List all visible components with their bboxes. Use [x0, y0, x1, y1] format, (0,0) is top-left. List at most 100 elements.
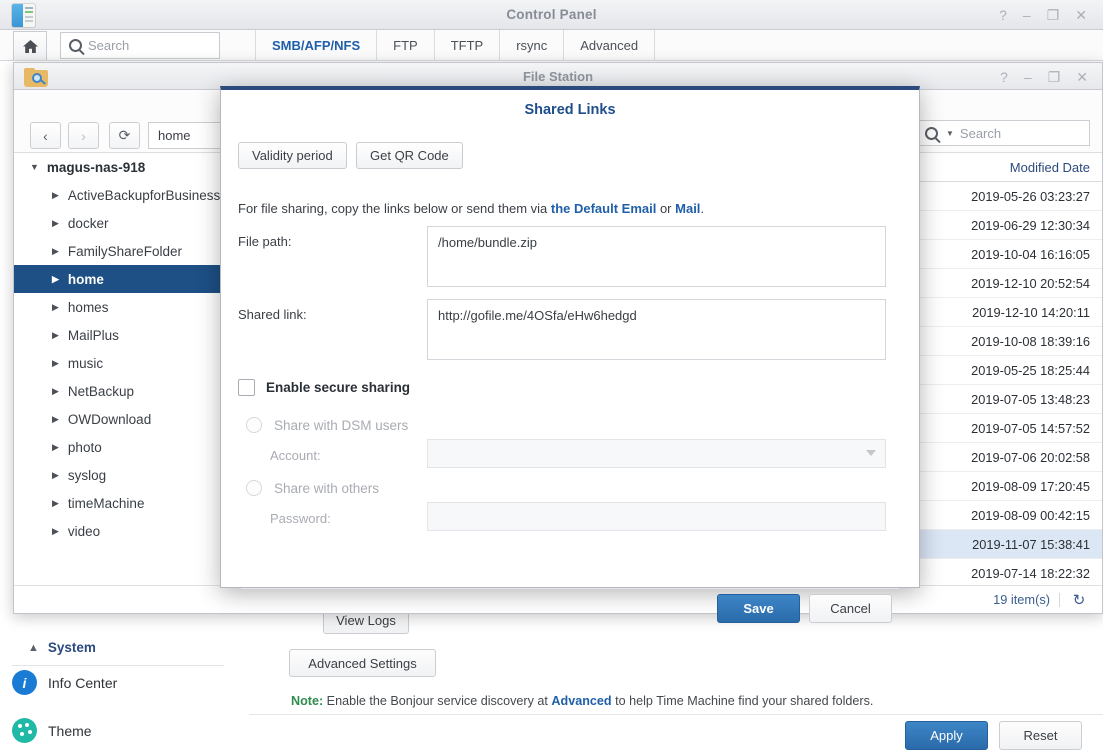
forward-button[interactable]: ›: [68, 122, 99, 149]
chevron-right-icon[interactable]: ▶: [52, 414, 59, 425]
sidebar-divider: [12, 665, 224, 666]
note-advanced-link[interactable]: Advanced: [551, 694, 611, 708]
shared-link-label: Shared link:: [238, 307, 307, 322]
chevron-right-icon[interactable]: ▶: [52, 442, 59, 453]
maximize-icon[interactable]: ❐: [1047, 8, 1060, 22]
tree-item-label: MailPlus: [67, 327, 119, 343]
shared-link-field[interactable]: http://gofile.me/4OSfa/eHw6hedgd: [427, 299, 886, 360]
tab-rsync[interactable]: rsync: [500, 30, 565, 61]
sidebar-group-system[interactable]: ▲ System: [28, 640, 96, 655]
share-with-dsm-users-label: Share with DSM users: [274, 417, 409, 433]
column-header-modified-date[interactable]: Modified Date: [1010, 153, 1090, 182]
validity-period-button[interactable]: Validity period: [238, 142, 347, 169]
chevron-right-icon[interactable]: ▶: [52, 274, 59, 285]
reset-button[interactable]: Reset: [999, 721, 1082, 750]
close-icon[interactable]: ✕: [1075, 8, 1087, 22]
dialog-title: Shared Links: [524, 102, 616, 118]
chevron-down-icon[interactable]: ▼: [30, 162, 39, 172]
save-button[interactable]: Save: [717, 594, 800, 623]
refresh-icon[interactable]: ↻: [1070, 591, 1088, 609]
back-button[interactable]: ‹: [30, 122, 61, 149]
share-with-others-radio[interactable]: [246, 480, 262, 496]
maximize-icon[interactable]: ❐: [1048, 70, 1061, 84]
chevron-down-icon[interactable]: ▼: [946, 129, 954, 138]
sidebar-item-theme[interactable]: Theme: [12, 718, 92, 743]
tab-tftp[interactable]: TFTP: [435, 30, 501, 61]
chevron-right-icon[interactable]: ▶: [52, 470, 59, 481]
sidebar-group-label: System: [47, 640, 96, 655]
tab-ftp[interactable]: FTP: [377, 30, 435, 61]
chevron-right-icon[interactable]: ▶: [52, 526, 59, 537]
file-station-search-input[interactable]: ▼ Search: [915, 120, 1090, 146]
chevron-right-icon[interactable]: ▶: [52, 386, 59, 397]
help-icon[interactable]: ?: [999, 8, 1007, 22]
refresh-button[interactable]: ⟳: [109, 122, 140, 149]
status-divider: [1059, 593, 1060, 607]
tree-item-label: photo: [67, 439, 102, 455]
chevron-right-icon[interactable]: ▶: [52, 302, 59, 313]
tree-item-label: homes: [67, 299, 109, 315]
account-label: Account:: [270, 448, 321, 463]
cancel-button[interactable]: Cancel: [809, 594, 892, 623]
chevron-right-icon[interactable]: ▶: [52, 330, 59, 341]
dialog-divider: [241, 588, 899, 589]
dialog-body: Validity period Get QR Code For file sha…: [221, 128, 919, 623]
tree-item-label: video: [67, 523, 101, 539]
control-panel-tabs: SMB/AFP/NFS FTP TFTP rsync Advanced: [255, 30, 656, 61]
sidebar-item-label: Theme: [48, 722, 92, 739]
enable-secure-sharing-checkbox[interactable]: [238, 379, 255, 396]
advanced-settings-button[interactable]: Advanced Settings: [289, 649, 436, 677]
sidebar-item-info-center[interactable]: i Info Center: [12, 670, 117, 695]
account-select[interactable]: [427, 439, 886, 468]
cell-modified-date: 2019-06-29 12:30:34: [971, 218, 1090, 233]
password-input[interactable]: [427, 502, 886, 531]
tab-smb-afp-nfs[interactable]: SMB/AFP/NFS: [255, 30, 378, 61]
cell-modified-date: 2019-08-09 17:20:45: [971, 479, 1090, 494]
share-with-dsm-users-row[interactable]: Share with DSM users: [246, 417, 408, 433]
cell-modified-date: 2019-11-07 15:38:41: [972, 537, 1090, 552]
control-panel-search-placeholder: Search: [88, 38, 130, 53]
chevron-right-icon[interactable]: ▶: [52, 190, 59, 201]
tree-item-label: timeMachine: [67, 495, 145, 511]
file-station-window-controls: ? – ❐ ✕: [1000, 63, 1088, 90]
enable-secure-sharing-row[interactable]: Enable secure sharing: [238, 379, 410, 396]
palette-icon: [12, 718, 37, 743]
cell-modified-date: 2019-07-06 20:02:58: [971, 450, 1090, 465]
file-station-search-placeholder: Search: [959, 125, 1002, 141]
tree-item-label: FamilyShareFolder: [67, 243, 182, 259]
password-label: Password:: [270, 511, 331, 526]
share-with-dsm-users-radio[interactable]: [246, 417, 262, 433]
info-icon: i: [12, 670, 37, 695]
control-panel-search-input[interactable]: Search: [60, 32, 220, 59]
chevron-right-icon[interactable]: ▶: [52, 498, 59, 509]
home-icon: [22, 39, 38, 53]
share-with-others-row[interactable]: Share with others: [246, 480, 379, 496]
tab-advanced[interactable]: Advanced: [564, 30, 656, 61]
tree-item-label: docker: [67, 215, 109, 231]
control-panel-titlebar: Control Panel ? – ❐ ✕: [0, 0, 1103, 30]
minimize-icon[interactable]: –: [1023, 8, 1031, 22]
get-qr-code-button[interactable]: Get QR Code: [356, 142, 463, 169]
tree-item-label: NetBackup: [67, 383, 134, 399]
file-path-field[interactable]: /home/bundle.zip: [427, 226, 886, 287]
mail-link[interactable]: Mail: [675, 201, 700, 216]
footer-divider: [249, 714, 1103, 715]
file-station-statusbar: 19 item(s) ↻: [14, 585, 1102, 613]
enable-secure-sharing-label: Enable secure sharing: [266, 380, 411, 395]
home-button[interactable]: [13, 31, 47, 60]
chevron-right-icon[interactable]: ▶: [52, 358, 59, 369]
close-icon[interactable]: ✕: [1076, 70, 1088, 84]
control-panel-content: View Logs Advanced Settings Note: Enable…: [237, 600, 1103, 754]
apply-button[interactable]: Apply: [905, 721, 988, 750]
chevron-right-icon[interactable]: ▶: [52, 246, 59, 257]
share-note-before: For file sharing, copy the links below o…: [238, 201, 551, 216]
tree-item-label: OWDownload: [67, 411, 152, 427]
default-email-link[interactable]: the Default Email: [551, 201, 656, 216]
control-panel-window-controls: ? – ❐ ✕: [999, 0, 1087, 30]
shared-links-dialog: Shared Links Validity period Get QR Code…: [220, 86, 920, 623]
search-icon: [69, 39, 82, 52]
help-icon[interactable]: ?: [1000, 70, 1008, 84]
minimize-icon[interactable]: –: [1024, 70, 1032, 84]
note-text-after: to help Time Machine find your shared fo…: [611, 694, 874, 708]
chevron-right-icon[interactable]: ▶: [52, 218, 59, 229]
